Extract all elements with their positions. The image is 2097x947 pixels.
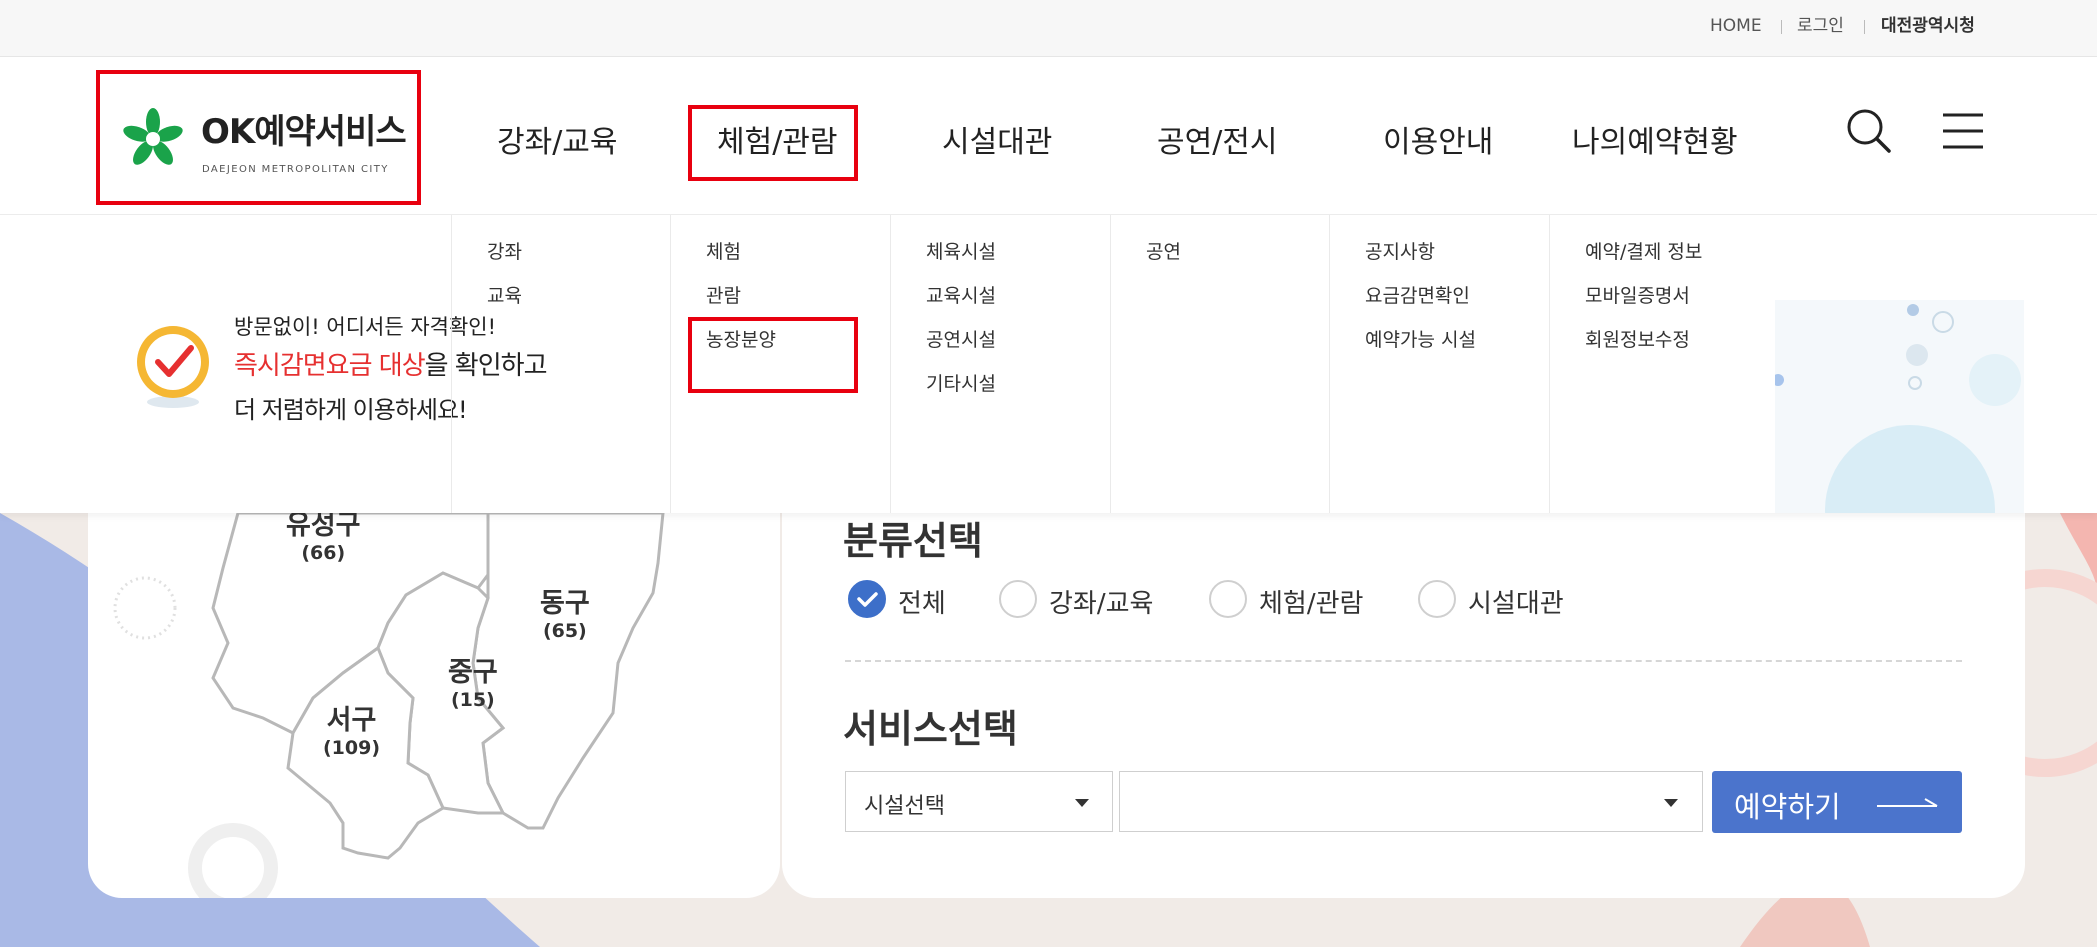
submenu-item[interactable]: 교육시설 — [926, 281, 996, 308]
district-seo[interactable]: 서구 (109) — [323, 698, 380, 759]
menu-icon[interactable] — [1941, 112, 1985, 150]
radio-label: 전체 — [898, 589, 946, 619]
chevron-down-icon — [1075, 799, 1089, 807]
alarm-check-icon — [137, 326, 209, 408]
radio-circle — [1209, 580, 1247, 618]
submenu-item[interactable]: 관람 — [706, 281, 741, 308]
search-icon[interactable] — [1846, 108, 1892, 154]
reserve-button[interactable]: 예약하기 — [1712, 771, 1962, 833]
submenu-item[interactable]: 공연시설 — [926, 325, 996, 352]
district-name: 중구 — [448, 657, 498, 688]
radio-label: 시설대관 — [1468, 589, 1564, 619]
divider — [1781, 20, 1782, 34]
promo-highlight: 즉시감면요금 대상 — [234, 351, 426, 381]
submenu-column: 예약/결제 정보 모바일증명서 회원정보수정 — [1549, 215, 1775, 513]
district-jung[interactable]: 중구 (15) — [448, 650, 498, 711]
highlight-box-logo — [96, 70, 421, 205]
submenu-item[interactable]: 체험 — [706, 237, 741, 264]
nav-guide[interactable]: 이용안내 — [1383, 117, 1493, 161]
city-hall-link[interactable]: 대전광역시청 — [1881, 0, 1975, 57]
section-divider — [845, 660, 1962, 662]
submenu-item[interactable]: 예약가능 시설 — [1365, 325, 1476, 352]
submenu-item[interactable]: 공연 — [1146, 237, 1181, 264]
utility-bar: HOME 로그인 대전광역시청 — [0, 0, 2097, 57]
submenu-item[interactable]: 요금감면확인 — [1365, 281, 1470, 308]
radio-label: 강좌/교육 — [1049, 589, 1154, 619]
service-title: 서비스선택 — [843, 707, 1018, 751]
district-map — [113, 513, 665, 898]
submenu-item[interactable]: 공지사항 — [1365, 237, 1435, 264]
promo-line3: 더 저렴하게 이용하세요! — [234, 396, 468, 424]
district-count: (109) — [323, 737, 381, 759]
submenu-column: 공연 — [1110, 215, 1329, 513]
submenu-item[interactable]: 모바일증명서 — [1585, 281, 1690, 308]
radio-circle — [1418, 580, 1456, 618]
radio-circle — [999, 580, 1037, 618]
facility-select-value: 시설선택 — [864, 794, 945, 819]
district-count: (15) — [450, 689, 495, 711]
bubble-decoration — [1775, 300, 2024, 513]
home-link[interactable]: HOME — [1710, 0, 1762, 57]
nav-performance[interactable]: 공연/전시 — [1157, 117, 1278, 161]
submenu-item[interactable]: 체육시설 — [926, 237, 996, 264]
divider — [1864, 20, 1865, 34]
nav-facility[interactable]: 시설대관 — [942, 117, 1052, 161]
mega-menu: 방문없이! 어디서든 자격확인! 즉시감면요금 대상을 확인하고 더 저렴하게 … — [0, 215, 2097, 513]
submenu-item[interactable]: 강좌 — [487, 237, 522, 264]
district-name: 동구 — [540, 588, 590, 619]
district-dong[interactable]: 동구 (65) — [540, 581, 590, 642]
district-map-card: 유성구 (66) 동구 (65) 중구 (15) 서구 (109) — [88, 510, 780, 898]
nav-lecture[interactable]: 강좌/교육 — [497, 117, 618, 161]
submenu-column: 강좌 교육 — [451, 215, 670, 513]
district-count: (66) — [301, 542, 346, 564]
highlight-box-experience — [688, 105, 858, 181]
chevron-down-icon — [1664, 799, 1678, 807]
submenu-item[interactable]: 기타시설 — [926, 369, 996, 396]
nav-my-reservation[interactable]: 나의예약현황 — [1572, 117, 1738, 161]
district-count: (65) — [542, 620, 587, 642]
radio-circle — [848, 580, 886, 618]
submenu-column: 공지사항 요금감면확인 예약가능 시설 — [1329, 215, 1549, 513]
district-name: 서구 — [326, 705, 377, 736]
submenu-item[interactable]: 예약/결제 정보 — [1585, 237, 1702, 264]
facility-select[interactable]: 시설선택 — [845, 771, 1113, 832]
submenu-item[interactable]: 회원정보수정 — [1585, 325, 1690, 352]
login-link[interactable]: 로그인 — [1797, 0, 1844, 57]
check-icon — [857, 592, 878, 607]
arrow-right-icon — [1877, 798, 1938, 807]
radio-label: 체험/관람 — [1259, 589, 1364, 619]
submenu-item[interactable]: 교육 — [487, 281, 522, 308]
detail-select[interactable] — [1119, 771, 1703, 832]
category-title: 분류선택 — [843, 519, 983, 563]
submenu-column: 체육시설 교육시설 공연시설 기타시설 — [890, 215, 1110, 513]
reserve-button-label: 예약하기 — [1734, 790, 1841, 824]
highlight-box-farm — [688, 317, 858, 393]
